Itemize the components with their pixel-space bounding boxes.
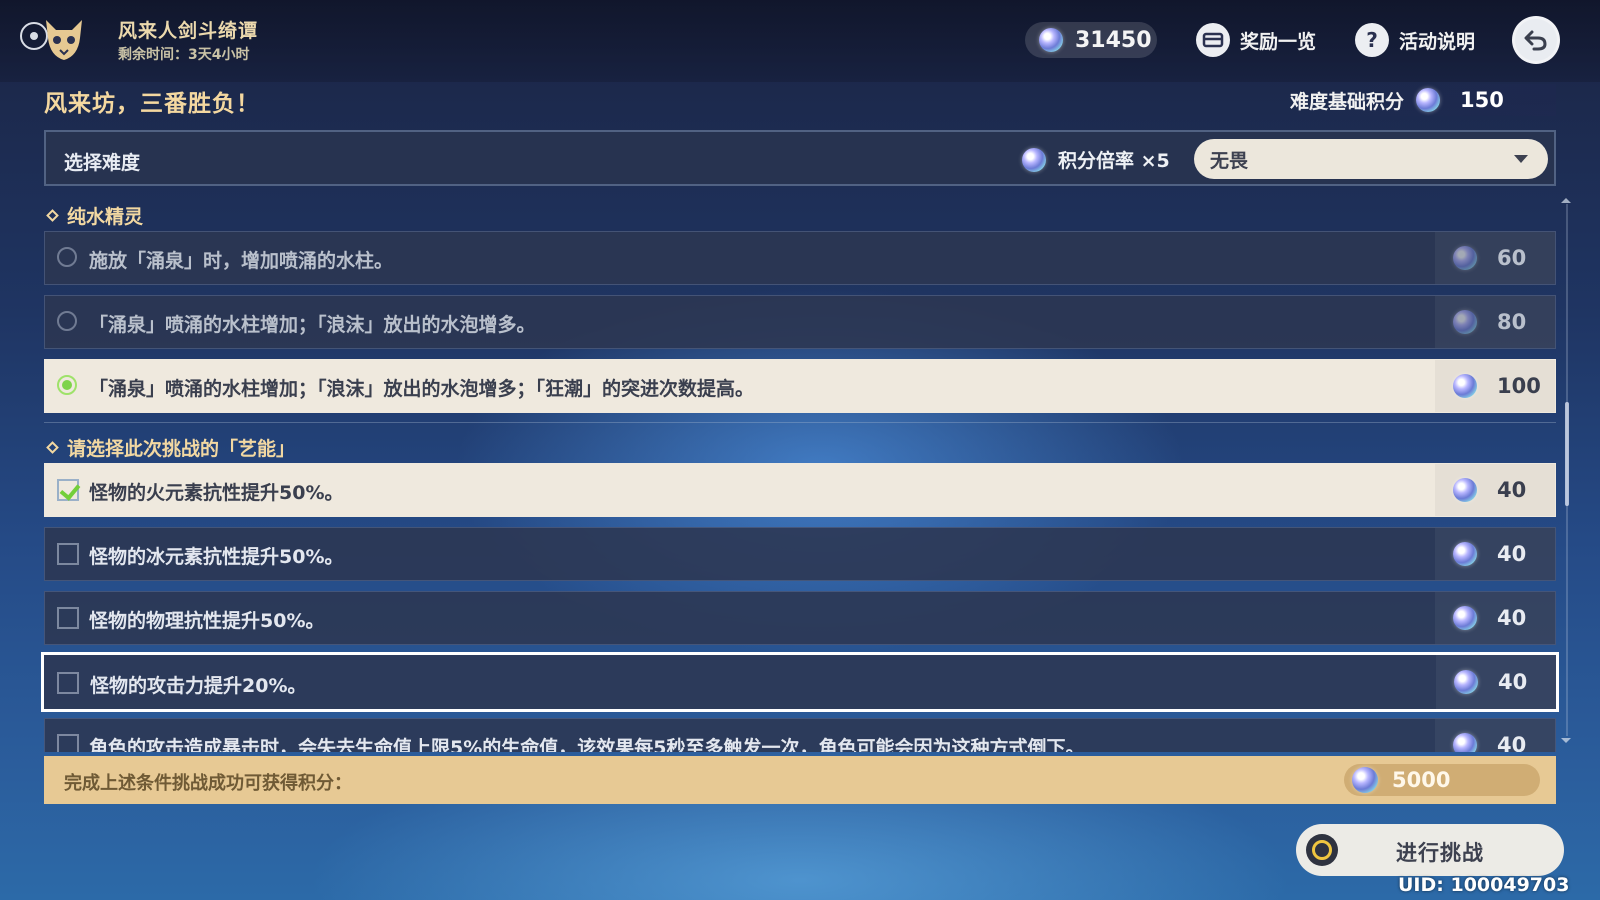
option-text: 「涌泉」喷涌的水柱增加；「浪沫」放出的水泡增多；「狂潮」的突进次数提高。	[89, 378, 755, 400]
event-remaining-time: 剩余时间：3天4小时	[118, 47, 250, 63]
points-orb-icon	[1039, 28, 1063, 52]
points-orb-icon	[1453, 542, 1477, 566]
section-header-skills: 请选择此次挑战的「艺能」	[46, 434, 296, 461]
back-button[interactable]	[1512, 16, 1560, 64]
option-text: 施放「涌泉」时，增加喷涌的水柱。	[89, 250, 394, 272]
option-text: 怪物的攻击力提升20%。	[90, 675, 307, 697]
enemy-option-row-selected[interactable]: 「涌泉」喷涌的水柱增加；「浪沫」放出的水泡增多；「狂潮」的突进次数提高。 100	[44, 359, 1556, 413]
reward-summary-label: 完成上述条件挑战成功可获得积分：	[64, 773, 352, 794]
start-challenge-button[interactable]: 进行挑战	[1296, 824, 1564, 876]
option-points: 40	[1435, 464, 1555, 516]
option-text: 怪物的冰元素抗性提升50%。	[89, 546, 344, 568]
base-score: 难度基础积分 150	[1290, 84, 1516, 116]
option-points: 40	[1435, 719, 1555, 752]
rewards-overview-button[interactable]: 奖励一览	[1196, 20, 1316, 60]
checkbox[interactable]	[57, 734, 79, 752]
skill-option-row[interactable]: 怪物的冰元素抗性提升50%。 40	[44, 527, 1556, 581]
base-score-label: 难度基础积分	[1290, 90, 1405, 113]
back-arrow-icon	[1524, 30, 1547, 51]
start-challenge-label: 进行挑战	[1396, 841, 1484, 865]
difficulty-selector-bar: 选择难度 积分倍率 ×5 无畏	[44, 130, 1556, 186]
difficulty-dropdown-value: 无畏	[1210, 149, 1249, 172]
top-bar: 风来人剑斗绮谭 剩余时间：3天4小时 31450 奖励一览 ? 活动说明	[0, 0, 1600, 82]
option-points: 40	[1435, 592, 1555, 644]
option-points: 100	[1435, 360, 1555, 412]
section-header-skills-label: 请选择此次挑战的「艺能」	[67, 438, 296, 460]
section-divider	[44, 422, 1556, 423]
score-multiplier: 积分倍率 ×5	[1022, 146, 1170, 173]
points-orb-icon	[1022, 147, 1046, 172]
skill-option-row[interactable]: 怪物的物理抗性提升50%。 40	[44, 591, 1556, 645]
skill-option-row-focused[interactable]: 怪物的攻击力提升20%。 40	[41, 652, 1559, 712]
option-points: 40	[1435, 528, 1555, 580]
player-uid: UID: 100049703	[1398, 874, 1570, 896]
difficulty-dropdown[interactable]: 无畏	[1194, 139, 1548, 179]
currency-display: 31450	[1025, 22, 1157, 58]
radio-button[interactable]	[57, 311, 77, 331]
option-text: 「涌泉」喷涌的水柱增加；「浪沫」放出的水泡增多。	[89, 314, 536, 336]
section-header-enemy: 纯水精灵	[46, 202, 144, 229]
option-points-value: 80	[1497, 310, 1527, 334]
option-points-value: 40	[1497, 542, 1527, 566]
points-orb-icon	[1453, 374, 1477, 398]
scroll-down-arrow-icon[interactable]	[1561, 738, 1571, 743]
currency-value: 31450	[1075, 27, 1152, 53]
question-icon: ?	[1355, 23, 1389, 57]
radio-button[interactable]	[57, 247, 77, 267]
diamond-bullet-icon	[46, 209, 59, 222]
stage-title: 风来坊，三番胜负！	[44, 91, 260, 117]
scroll-up-arrow-icon[interactable]	[1561, 198, 1571, 203]
skill-option-row[interactable]: 角色的攻击造成暴击时，会失去生命值上限5%的生命值，该效果每5秒至多触发一次，角…	[44, 718, 1556, 752]
chevron-down-icon	[1514, 155, 1528, 163]
points-orb-icon	[1453, 478, 1477, 502]
option-text: 怪物的物理抗性提升50%。	[89, 610, 325, 632]
enemy-option-row[interactable]: 施放「涌泉」时，增加喷涌的水柱。 60	[44, 231, 1556, 285]
reward-points-pill: 5000	[1344, 764, 1540, 796]
list-viewport-clip: 角色的攻击造成暴击时，会失去生命值上限5%的生命值，该效果每5秒至多触发一次，角…	[44, 718, 1556, 752]
checkbox[interactable]	[57, 607, 79, 629]
radio-button-selected[interactable]	[57, 375, 77, 395]
option-points-value: 40	[1497, 478, 1527, 502]
rewards-overview-label: 奖励一览	[1240, 30, 1317, 53]
points-orb-icon	[1453, 606, 1477, 630]
points-orb-icon	[1416, 88, 1441, 112]
base-score-value: 150	[1460, 88, 1504, 112]
diamond-bullet-icon	[46, 441, 59, 454]
reward-summary-bar: 完成上述条件挑战成功可获得积分： 5000	[44, 756, 1556, 804]
reward-points-value: 5000	[1392, 768, 1451, 792]
points-orb-icon	[1453, 733, 1477, 752]
scrollbar-thumb[interactable]	[1565, 402, 1569, 506]
option-points: 40	[1436, 655, 1556, 709]
option-points-value: 40	[1497, 733, 1527, 752]
gift-icon	[1196, 23, 1230, 57]
points-orb-icon	[1352, 767, 1378, 793]
skill-option-row-checked[interactable]: 怪物的火元素抗性提升50%。 40	[44, 463, 1556, 517]
option-text: 怪物的火元素抗性提升50%。	[89, 482, 344, 504]
option-points-value: 100	[1497, 374, 1541, 398]
event-title: 风来人剑斗绮谭	[118, 20, 259, 42]
enemy-option-row[interactable]: 「涌泉」喷涌的水柱增加；「浪沫」放出的水泡增多。 80	[44, 295, 1556, 349]
points-orb-icon	[1453, 310, 1477, 334]
event-rules-label: 活动说明	[1399, 30, 1476, 53]
option-points-value: 40	[1497, 606, 1527, 630]
section-header-enemy-label: 纯水精灵	[67, 206, 144, 228]
score-multiplier-text: 积分倍率 ×5	[1058, 150, 1170, 172]
confirm-circle-icon	[1306, 834, 1338, 866]
points-orb-icon	[1454, 670, 1478, 694]
option-points-value: 60	[1497, 246, 1527, 270]
checkbox[interactable]	[57, 672, 79, 694]
event-emblem-icon	[46, 20, 82, 60]
option-text: 角色的攻击造成暴击时，会失去生命值上限5%的生命值，该效果每5秒至多触发一次，角…	[89, 737, 1085, 752]
checkbox[interactable]	[57, 543, 79, 565]
option-points: 60	[1435, 232, 1555, 284]
points-orb-icon	[1453, 246, 1477, 270]
option-points: 80	[1435, 296, 1555, 348]
option-points-value: 40	[1498, 670, 1528, 694]
difficulty-label: 选择难度	[64, 152, 141, 174]
event-rules-button[interactable]: ? 活动说明	[1355, 20, 1475, 60]
checkbox-checked[interactable]	[57, 479, 79, 501]
